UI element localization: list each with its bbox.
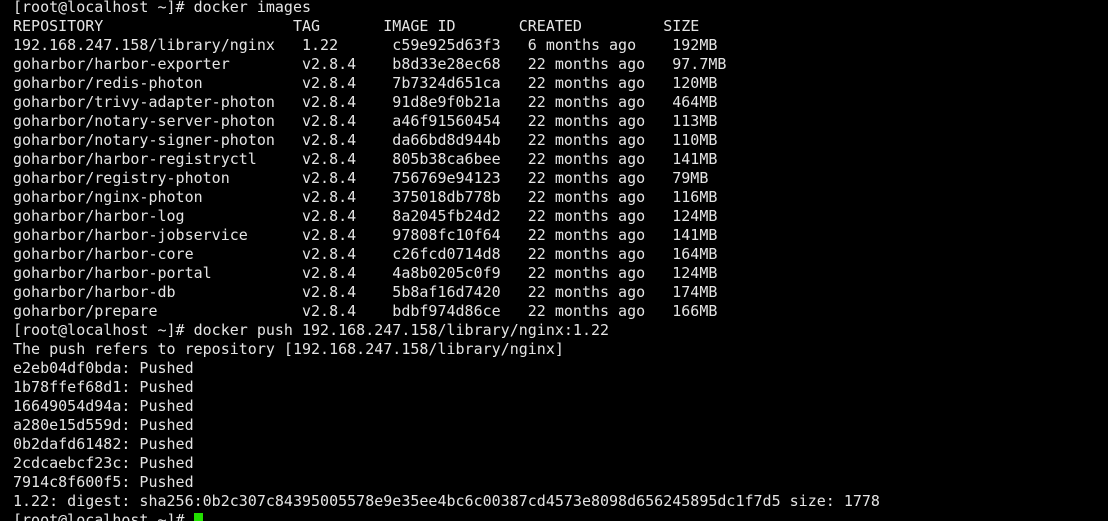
docker-image-row: goharbor/harbor-jobservice v2.8.4 97808f… [13,226,718,244]
docker-image-row: goharbor/notary-signer-photon v2.8.4 da6… [13,131,718,149]
docker-image-row: goharbor/nginx-photon v2.8.4 375018db778… [13,188,718,206]
push-layer-line: e2eb04df0bda: Pushed [13,359,194,377]
docker-image-row: goharbor/trivy-adapter-photon v2.8.4 91d… [13,93,718,111]
docker-image-row: goharbor/harbor-core v2.8.4 c26fcd0714d8… [13,245,718,263]
docker-image-row: 192.168.247.158/library/nginx 1.22 c59e9… [13,36,718,54]
terminal-line: [root@localhost ~]# docker push 192.168.… [13,321,610,339]
push-layer-line: 16649054d94a: Pushed [13,397,194,415]
push-layer-line: 2cdcaebcf23c: Pushed [13,454,194,472]
docker-image-row: goharbor/harbor-log v2.8.4 8a2045fb24d2 … [13,207,718,225]
terminal-cursor [193,513,203,521]
docker-image-row: goharbor/harbor-portal v2.8.4 4a8b0205c0… [13,264,718,282]
push-layer-line: 7914c8f600f5: Pushed [13,473,194,491]
push-digest-line: 1.22: digest: sha256:0b2c307c84395005578… [13,492,880,510]
docker-image-row: goharbor/harbor-exporter v2.8.4 b8d33e28… [13,55,727,73]
prompt-line[interactable]: [root@localhost ~]# [13,511,880,521]
docker-image-row: goharbor/harbor-registryctl v2.8.4 805b3… [13,150,718,168]
terminal-output: [root@localhost ~]# docker images REPOSIT… [13,0,880,521]
push-layer-line: 0b2dafd61482: Pushed [13,435,194,453]
push-layer-line: a280e15d559d: Pushed [13,416,194,434]
docker-image-row: goharbor/notary-server-photon v2.8.4 a46… [13,112,718,130]
docker-images-header-row: REPOSITORY TAG IMAGE ID CREATED SIZE [13,17,700,35]
docker-image-row: goharbor/registry-photon v2.8.4 756769e9… [13,169,709,187]
terminal-line: [root@localhost ~]# docker images [13,0,312,16]
terminal-window[interactable]: [root@localhost ~]# docker images REPOSIT… [0,0,1108,521]
terminal-line: The push refers to repository [192.168.2… [13,340,564,358]
docker-image-row: goharbor/harbor-db v2.8.4 5b8af16d7420 2… [13,283,718,301]
shell-prompt: [root@localhost ~]# [13,511,194,521]
push-layer-line: 1b78ffef68d1: Pushed [13,378,194,396]
docker-image-row: goharbor/redis-photon v2.8.4 7b7324d651c… [13,74,718,92]
docker-image-row: goharbor/prepare v2.8.4 bdbf974d86ce 22 … [13,302,718,320]
